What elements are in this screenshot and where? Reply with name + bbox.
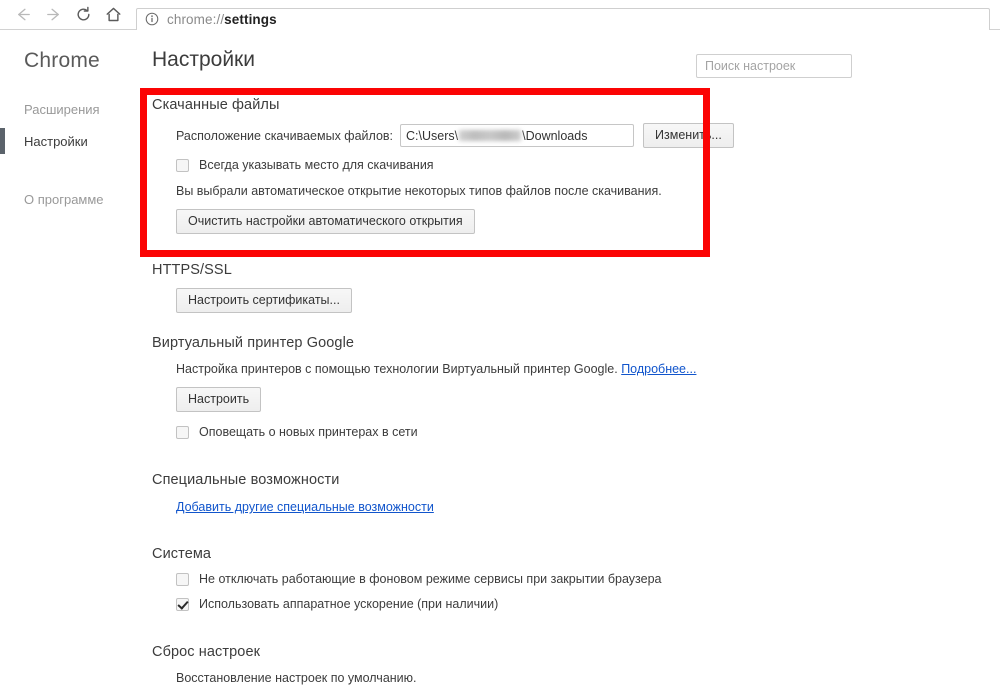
section-downloads: Скачанные файлы Расположение скачиваемых… <box>152 97 852 234</box>
address-bar[interactable]: chrome://settings <box>136 7 990 30</box>
url-host: settings <box>224 11 277 27</box>
back-arrow-icon <box>17 8 30 21</box>
background-apps-label: Не отключать работающие в фоновом режиме… <box>199 572 662 586</box>
section-https-ssl: HTTPS/SSL Настроить сертификаты... <box>152 262 852 313</box>
hardware-acceleration-row[interactable]: Использовать аппаратное ускорение (при н… <box>176 597 852 611</box>
cloud-print-description: Настройка принтеров с помощью технологии… <box>176 361 852 378</box>
settings-page: Chrome Расширения Настройки О программе … <box>0 31 1000 685</box>
download-path-prefix: C:\Users\ <box>406 128 459 143</box>
notify-new-printers-label: Оповещать о новых принтерах в сети <box>199 425 418 439</box>
sidebar-item-label: Настройки <box>24 133 88 149</box>
clear-auto-open-settings-button[interactable]: Очистить настройки автоматического откры… <box>176 209 475 234</box>
section-title-cloud-print: Виртуальный принтер Google <box>152 335 355 351</box>
always-ask-download-location-row[interactable]: Всегда указывать место для скачивания <box>176 158 852 172</box>
sidebar-title: Chrome <box>24 49 100 72</box>
download-path-suffix: \Downloads <box>522 128 588 143</box>
notify-new-printers-row[interactable]: Оповещать о новых принтерах в сети <box>176 425 852 439</box>
settings-content: Настройки Скачанные файлы Расположение с… <box>140 31 1000 685</box>
reload-icon <box>76 6 90 21</box>
url-scheme: chrome:// <box>167 11 225 27</box>
back-button[interactable] <box>8 1 38 29</box>
sidebar-item-settings[interactable]: Настройки <box>0 125 140 157</box>
section-cloud-print: Виртуальный принтер Google Настройка при… <box>152 335 852 439</box>
add-accessibility-features-link[interactable]: Добавить другие специальные возможности <box>176 500 434 514</box>
redacted-username <box>459 130 522 141</box>
reload-button[interactable] <box>68 1 98 29</box>
section-accessibility: Специальные возможности Добавить другие … <box>152 472 852 516</box>
address-bar-url: chrome://settings <box>167 12 277 27</box>
sidebar-item-label: Расширения <box>24 101 100 117</box>
manage-certificates-button[interactable]: Настроить сертификаты... <box>176 288 352 313</box>
section-reset: Сброс настроек Восстановление настроек п… <box>152 644 852 687</box>
cloud-print-learn-more-link[interactable]: Подробнее... <box>621 362 696 376</box>
cloud-print-description-text: Настройка принтеров с помощью технологии… <box>176 362 618 376</box>
section-title-downloads: Скачанные файлы <box>152 97 280 113</box>
section-title-https-ssl: HTTPS/SSL <box>152 262 232 278</box>
home-icon <box>106 7 120 22</box>
forward-arrow-icon <box>46 8 59 21</box>
download-location-row: Расположение скачиваемых файлов: C:\User… <box>176 123 852 148</box>
hardware-acceleration-checkbox[interactable] <box>176 597 189 611</box>
section-title-reset: Сброс настроек <box>152 644 261 660</box>
download-location-label: Расположение скачиваемых файлов: <box>176 128 394 143</box>
info-circle-icon[interactable] <box>145 12 159 26</box>
sidebar-item-extensions[interactable]: Расширения <box>0 93 140 125</box>
change-download-location-button[interactable]: Изменить... <box>643 123 734 148</box>
background-apps-row[interactable]: Не отключать работающие в фоновом режиме… <box>176 572 852 586</box>
page-title: Настройки <box>152 48 255 71</box>
browser-toolbar: chrome://settings <box>0 0 1000 30</box>
section-title-accessibility: Специальные возможности <box>152 472 340 488</box>
search-input[interactable] <box>696 54 852 78</box>
reset-description: Восстановление настроек по умолчанию. <box>176 671 417 685</box>
section-system: Система Не отключать работающие в фоново… <box>152 546 852 611</box>
section-title-system: Система <box>152 546 212 562</box>
sidebar: Chrome Расширения Настройки О программе <box>0 31 140 676</box>
sidebar-item-about[interactable]: О программе <box>0 183 140 215</box>
sidebar-nav: Расширения Настройки О программе <box>0 93 140 215</box>
settings-sections: Скачанные файлы Расположение скачиваемых… <box>152 97 852 696</box>
notify-new-printers-checkbox[interactable] <box>176 425 189 439</box>
forward-button[interactable] <box>38 1 68 29</box>
active-indicator-bar <box>0 128 5 154</box>
auto-open-description: Вы выбрали автоматическое открытие некот… <box>176 184 662 198</box>
download-location-field[interactable]: C:\Users\ \Downloads <box>400 124 635 147</box>
always-ask-checkbox[interactable] <box>176 158 189 172</box>
sidebar-item-label: О программе <box>24 191 104 207</box>
cloud-print-setup-button[interactable]: Настроить <box>176 387 262 412</box>
always-ask-label: Всегда указывать место для скачивания <box>199 158 434 172</box>
hardware-acceleration-label: Использовать аппаратное ускорение (при н… <box>199 597 499 611</box>
home-button[interactable] <box>98 1 128 29</box>
background-apps-checkbox[interactable] <box>176 572 189 586</box>
